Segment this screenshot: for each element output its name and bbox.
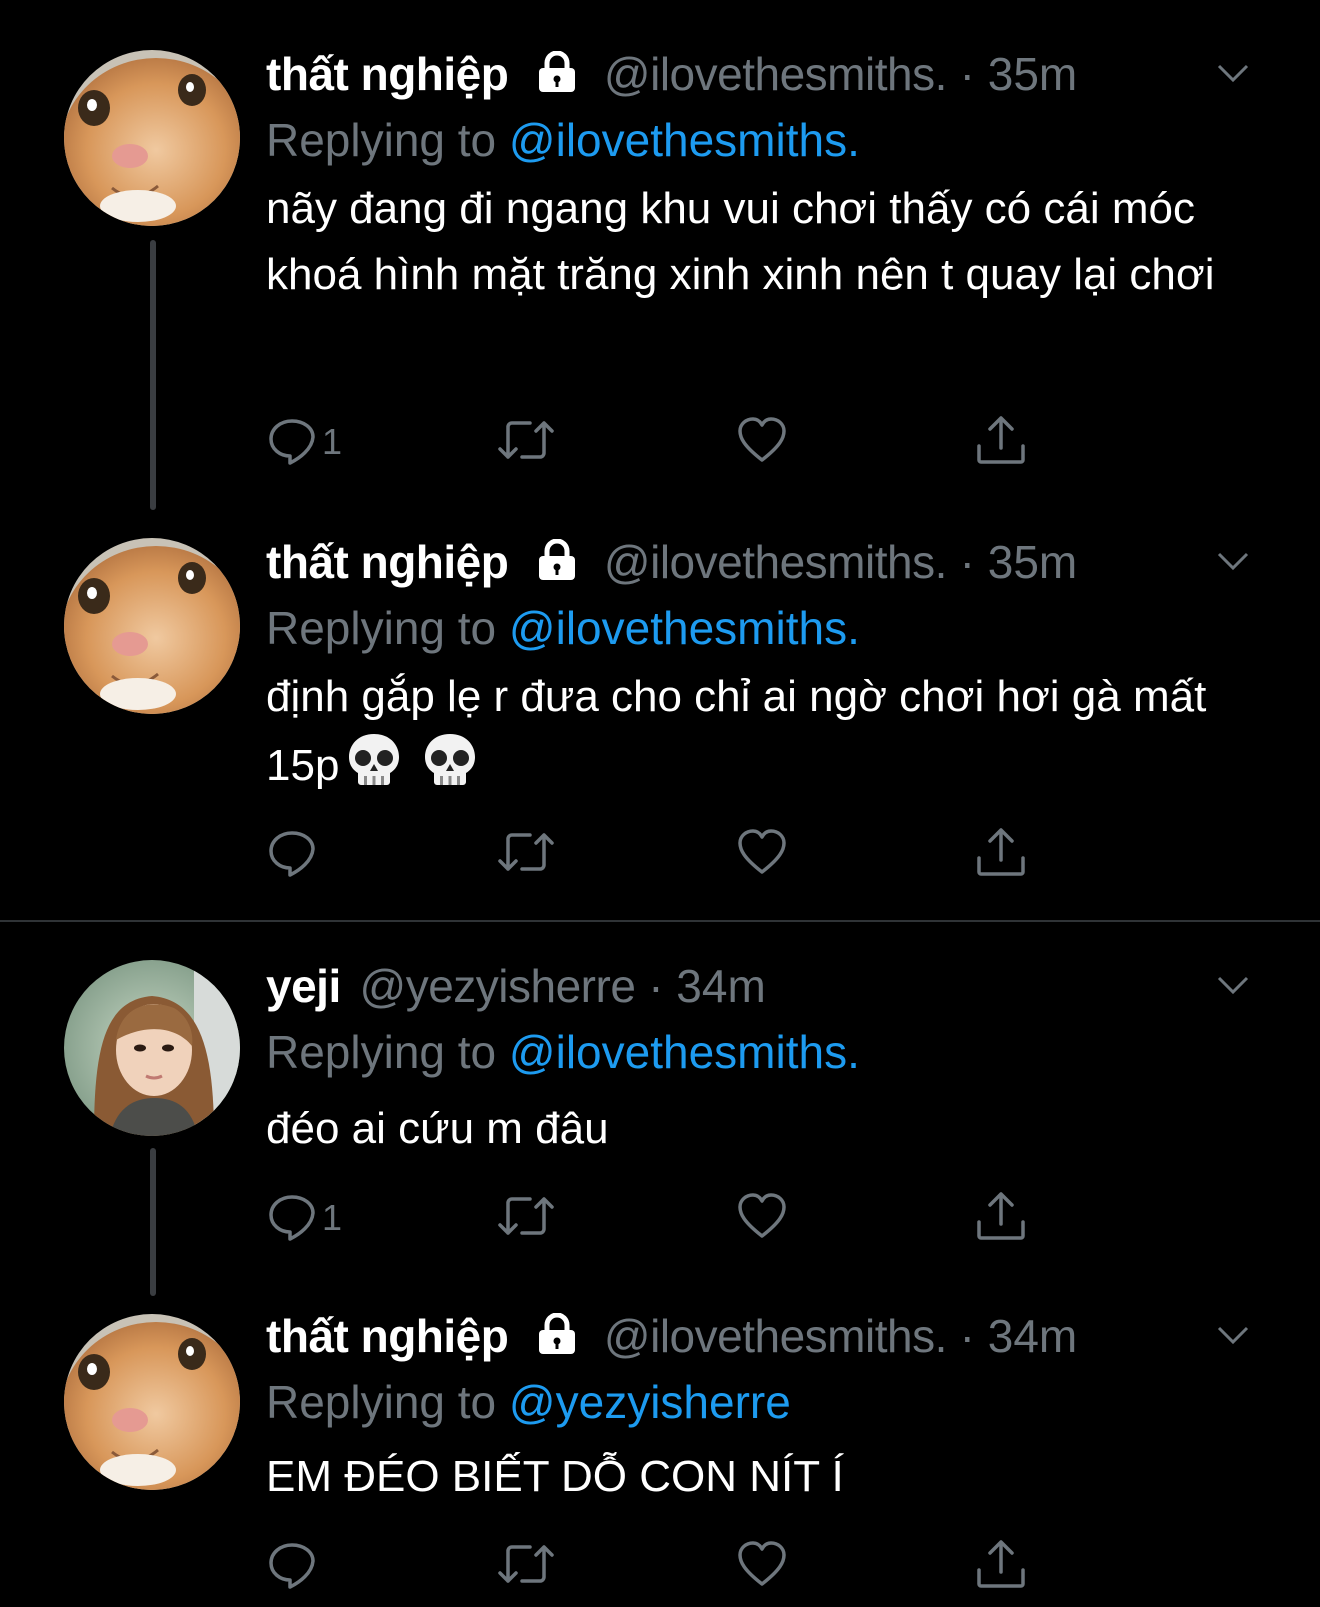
skull-emoji bbox=[343, 730, 405, 807]
heart-icon bbox=[736, 416, 788, 469]
tweet-actions bbox=[266, 1534, 1066, 1598]
retweet-button[interactable] bbox=[496, 410, 556, 474]
avatar[interactable] bbox=[64, 960, 240, 1136]
replying-prefix: Replying to bbox=[266, 1026, 497, 1078]
reply-icon bbox=[266, 415, 318, 470]
retweet-icon bbox=[496, 417, 556, 468]
retweet-button[interactable] bbox=[496, 822, 556, 886]
avatar[interactable] bbox=[64, 538, 240, 714]
tweet-text-container: định gắp lẹ r đưa cho chỉ ai ngờ chơi hơ… bbox=[266, 664, 1276, 807]
chevron-down-icon[interactable] bbox=[1216, 1324, 1250, 1351]
lock-icon bbox=[535, 1309, 579, 1369]
skull-emoji bbox=[419, 730, 481, 807]
heart-icon bbox=[736, 1540, 788, 1593]
tweet-actions: 1 bbox=[266, 410, 1066, 474]
share-icon bbox=[974, 826, 1028, 883]
reply-button[interactable]: 1 bbox=[266, 1186, 342, 1250]
retweet-icon bbox=[496, 1541, 556, 1592]
replying-prefix: Replying to bbox=[266, 1376, 497, 1428]
replying-prefix: Replying to bbox=[266, 114, 497, 166]
tweet[interactable]: thất nghiệp @ilovethesmiths. · 34m Reply… bbox=[0, 1262, 1320, 1607]
tweet-text: EM ĐÉO BIẾT DỖ CON NÍT Í bbox=[266, 1452, 844, 1501]
share-icon bbox=[974, 1538, 1028, 1595]
reply-button[interactable] bbox=[266, 822, 318, 886]
timestamp[interactable]: 35m bbox=[988, 536, 1077, 588]
heart-icon bbox=[736, 828, 788, 881]
reply-icon bbox=[266, 827, 318, 882]
chevron-down-icon[interactable] bbox=[1216, 974, 1250, 1001]
display-name[interactable]: thất nghiệp bbox=[266, 536, 509, 588]
like-button[interactable] bbox=[736, 822, 788, 886]
reply-button[interactable] bbox=[266, 1534, 318, 1598]
share-button[interactable] bbox=[974, 1186, 1028, 1250]
tweet-text: nãy đang đi ngang khu vui chơi thấy có c… bbox=[266, 184, 1215, 299]
like-button[interactable] bbox=[736, 410, 788, 474]
share-icon bbox=[974, 1190, 1028, 1247]
tweet-actions bbox=[266, 822, 1066, 886]
replying-to: Replying to @ilovethesmiths. bbox=[266, 110, 860, 170]
display-name[interactable]: thất nghiệp bbox=[266, 48, 509, 100]
replying-to-handle[interactable]: @ilovethesmiths. bbox=[509, 1026, 860, 1078]
tweet-text: định gắp lẹ r đưa cho chỉ ai ngờ chơi hơ… bbox=[266, 672, 1207, 790]
replying-to: Replying to @ilovethesmiths. bbox=[266, 598, 860, 658]
separator-dot: · bbox=[648, 960, 664, 1012]
retweet-icon bbox=[496, 1193, 556, 1244]
lock-icon bbox=[535, 535, 579, 595]
timestamp[interactable]: 35m bbox=[988, 48, 1077, 100]
replying-to-handle[interactable]: @ilovethesmiths. bbox=[509, 114, 860, 166]
separator-dot: · bbox=[959, 1310, 975, 1362]
replying-to-handle[interactable]: @ilovethesmiths. bbox=[509, 602, 860, 654]
share-button[interactable] bbox=[974, 410, 1028, 474]
like-button[interactable] bbox=[736, 1534, 788, 1598]
share-button[interactable] bbox=[974, 1534, 1028, 1598]
reply-icon bbox=[266, 1539, 318, 1594]
separator-dot: · bbox=[959, 48, 975, 100]
tweet-text: đéo ai cứu m đâu bbox=[266, 1104, 609, 1153]
timestamp[interactable]: 34m bbox=[988, 1310, 1077, 1362]
display-name[interactable]: thất nghiệp bbox=[266, 1310, 509, 1362]
retweet-icon bbox=[496, 829, 556, 880]
share-icon bbox=[974, 414, 1028, 471]
tweet[interactable]: thất nghiệp @ilovethesmiths. · 35m Reply… bbox=[0, 0, 1320, 510]
user-handle[interactable]: @ilovethesmiths. bbox=[604, 1310, 947, 1362]
tweet-header: thất nghiệp @ilovethesmiths. · 35m bbox=[266, 532, 1077, 592]
tweet-header: thất nghiệp @ilovethesmiths. · 35m bbox=[266, 44, 1077, 104]
like-button[interactable] bbox=[736, 1186, 788, 1250]
share-button[interactable] bbox=[974, 822, 1028, 886]
user-handle[interactable]: @ilovethesmiths. bbox=[604, 536, 947, 588]
replying-to: Replying to @ilovethesmiths. bbox=[266, 1022, 860, 1082]
replying-prefix: Replying to bbox=[266, 602, 497, 654]
reply-count: 1 bbox=[322, 421, 343, 462]
replying-to: Replying to @yezyisherre bbox=[266, 1372, 791, 1432]
tweet-header: yeji @yezyisherre · 34m bbox=[266, 956, 766, 1016]
user-handle[interactable]: @yezyisherre bbox=[360, 960, 636, 1012]
retweet-button[interactable] bbox=[496, 1186, 556, 1250]
tweet[interactable]: thất nghiệp @ilovethesmiths. · 35m Reply… bbox=[0, 488, 1320, 918]
retweet-button[interactable] bbox=[496, 1534, 556, 1598]
avatar[interactable] bbox=[64, 50, 240, 226]
display-name[interactable]: yeji bbox=[266, 960, 341, 1012]
tweet-header: thất nghiệp @ilovethesmiths. · 34m bbox=[266, 1306, 1077, 1366]
reply-icon bbox=[266, 1191, 318, 1246]
lock-icon bbox=[535, 47, 579, 107]
replying-to-handle[interactable]: @yezyisherre bbox=[509, 1376, 791, 1428]
thread-line bbox=[150, 240, 156, 510]
chevron-down-icon[interactable] bbox=[1216, 550, 1250, 577]
reply-button[interactable]: 1 bbox=[266, 410, 342, 474]
separator-dot: · bbox=[959, 536, 975, 588]
chevron-down-icon[interactable] bbox=[1216, 62, 1250, 89]
heart-icon bbox=[736, 1192, 788, 1245]
avatar[interactable] bbox=[64, 1314, 240, 1490]
reply-count: 1 bbox=[322, 1197, 343, 1238]
user-handle[interactable]: @ilovethesmiths. bbox=[604, 48, 947, 100]
tweet-actions: 1 bbox=[266, 1186, 1066, 1250]
timestamp[interactable]: 34m bbox=[676, 960, 765, 1012]
